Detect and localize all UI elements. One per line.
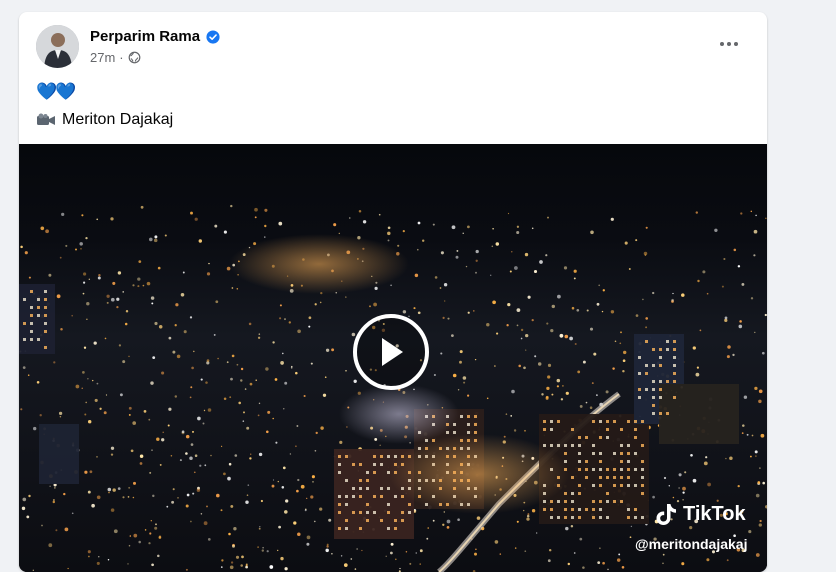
verified-badge-icon	[206, 29, 220, 44]
tiktok-logo-icon	[656, 504, 676, 525]
video-player[interactable]: TikTok @meritondajakaj	[19, 144, 767, 572]
play-icon	[382, 338, 403, 366]
caption-text: Meriton Dajakaj	[62, 111, 174, 128]
more-dot-icon	[720, 42, 724, 46]
video-camera-icon	[37, 113, 55, 125]
meta-separator: ·	[119, 50, 124, 65]
more-dot-icon	[727, 42, 731, 46]
more-dot-icon	[734, 42, 738, 46]
post-time[interactable]: 27m	[90, 50, 115, 65]
author-avatar[interactable]	[36, 25, 79, 68]
post-hearts: 💙💙	[36, 82, 76, 101]
post-card: Perparim Rama 27m · 💙💙 Meriton Dajakaj T…	[19, 12, 767, 572]
author-name-row: Perparim Rama	[90, 28, 220, 45]
tiktok-brand-text: TikTok	[683, 502, 746, 525]
globe-icon[interactable]	[128, 51, 141, 64]
play-button[interactable]	[353, 314, 429, 390]
tiktok-watermark: TikTok	[655, 502, 746, 526]
tiktok-handle: @meritondajakaj	[635, 536, 748, 552]
post-caption: Meriton Dajakaj	[36, 111, 173, 129]
author-name[interactable]: Perparim Rama	[90, 28, 200, 45]
more-options-button[interactable]	[713, 32, 745, 56]
post-meta: 27m ·	[90, 50, 141, 65]
